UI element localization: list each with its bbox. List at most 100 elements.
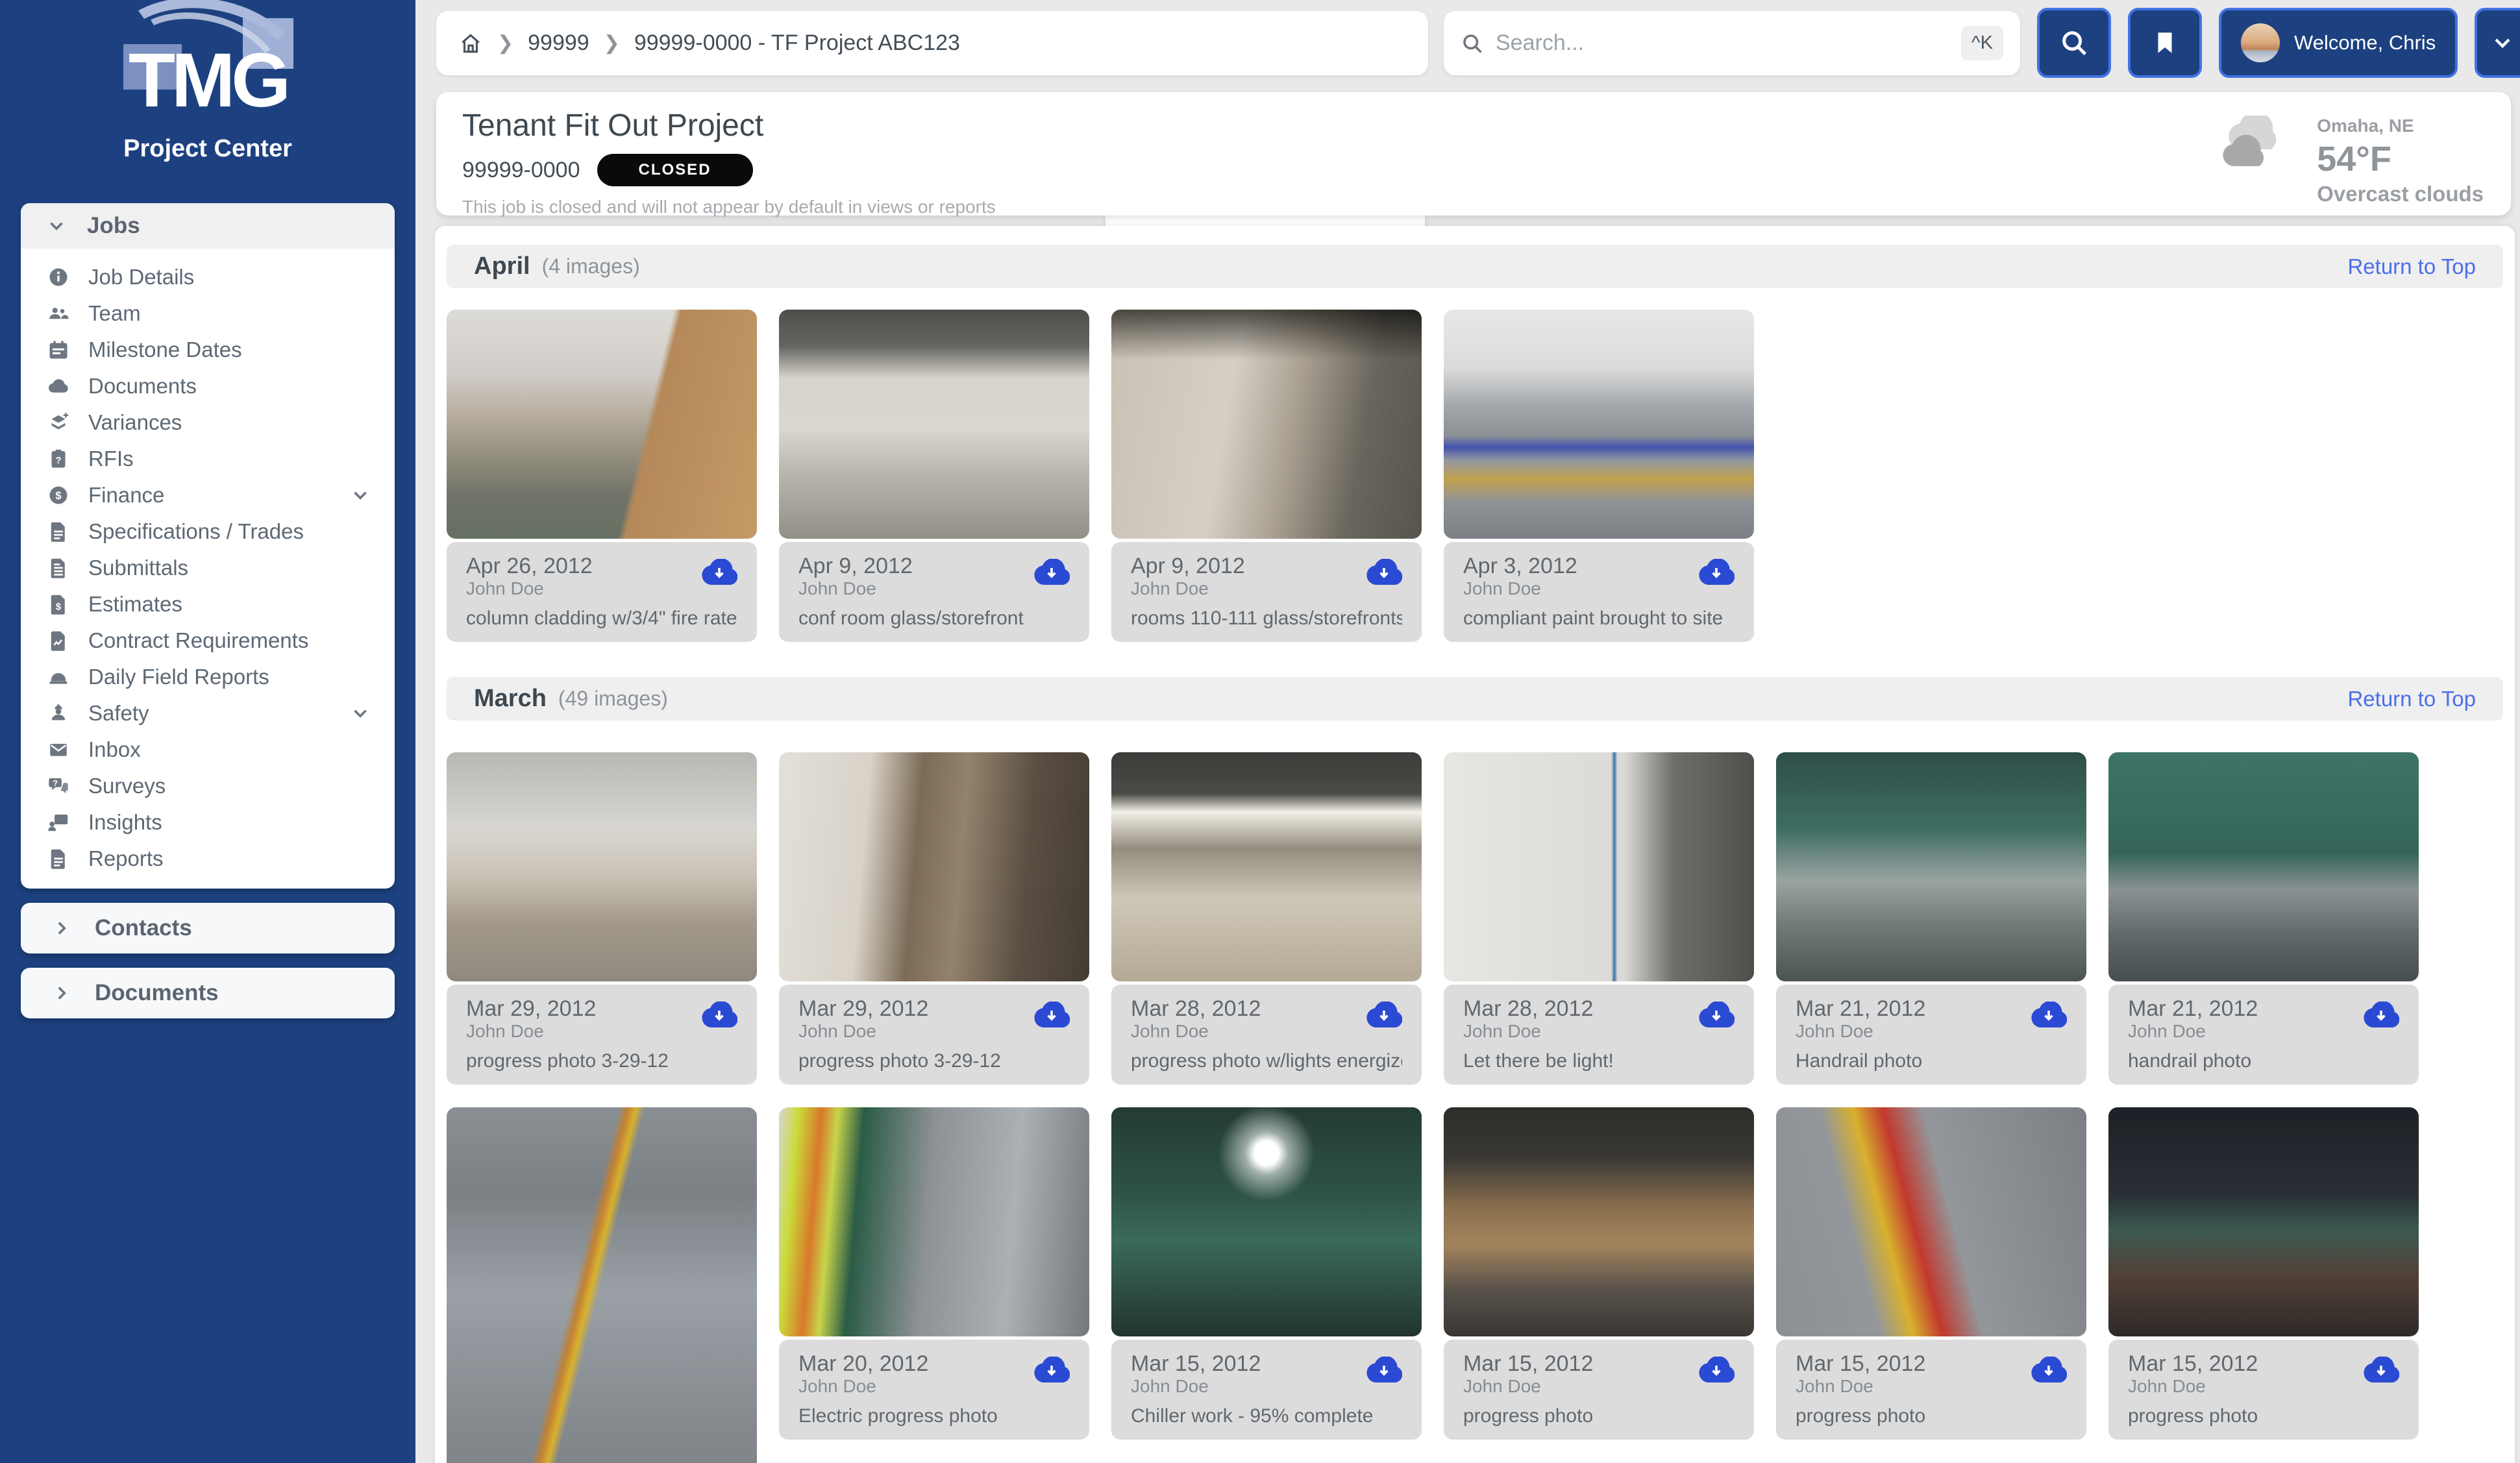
photo-card[interactable]: Mar 15, 2012 John Doe progress photo xyxy=(1444,1107,1754,1440)
photo-thumbnail[interactable] xyxy=(1444,310,1754,539)
month-header-april: April (4 images) Return to Top xyxy=(447,245,2503,288)
sidebar-item-label: RFIs xyxy=(88,447,371,471)
photo-thumbnail[interactable] xyxy=(447,752,757,981)
topbar: ❯ 99999 ❯ 99999-0000 - TF Project ABC123… xyxy=(436,11,2520,78)
breadcrumb-job-number[interactable]: 99999 xyxy=(528,31,589,56)
photo-card[interactable]: Mar 15, 2012 John Doe progress photo xyxy=(2108,1107,2419,1440)
photo-thumbnail[interactable] xyxy=(447,1107,757,1463)
photo-thumbnail[interactable] xyxy=(2108,1107,2419,1336)
photo-author: John Doe xyxy=(798,1021,928,1042)
photo-thumbnail[interactable] xyxy=(1111,310,1422,539)
photo-thumbnail[interactable] xyxy=(2108,752,2419,981)
photo-author: John Doe xyxy=(466,578,593,599)
photo-thumbnail[interactable] xyxy=(1111,752,1422,981)
photo-card[interactable]: Mar 21, 2012 John Doe handrail photo xyxy=(2108,752,2419,1085)
sidebar-item-daily-field-reports[interactable]: Daily Field Reports xyxy=(21,659,395,695)
photo-card-footer: Mar 28, 2012 John Doe progress photo w/l… xyxy=(1111,985,1422,1085)
sidebar-item-submittals[interactable]: Submittals xyxy=(21,550,395,586)
contacts-nav-panel[interactable]: Contacts xyxy=(21,903,395,953)
sidebar-item-job-details[interactable]: Job Details xyxy=(21,259,395,295)
photo-caption: progress photo xyxy=(1463,1406,1735,1427)
photo-card[interactable]: Mar 28, 2012 John Doe Let there be light… xyxy=(1444,752,1754,1085)
sidebar-item-variances[interactable]: Variances xyxy=(21,404,395,441)
photo-date: Mar 21, 2012 xyxy=(1796,996,1925,1021)
breadcrumb-project[interactable]: 99999-0000 - TF Project ABC123 xyxy=(634,31,960,56)
photo-card[interactable]: Mar 20, 2012 John Doe Electric progress … xyxy=(779,1107,1089,1440)
sidebar-item-insights[interactable]: Insights xyxy=(21,804,395,841)
document-copy-icon xyxy=(47,556,70,580)
download-icon[interactable] xyxy=(1698,1002,1735,1029)
sidebar-item-specifications-trades[interactable]: Specifications / Trades xyxy=(21,513,395,550)
photo-card[interactable]: Apr 9, 2012 John Doe conf room glass/sto… xyxy=(779,310,1089,642)
photo-date: Mar 28, 2012 xyxy=(1463,996,1593,1021)
download-icon[interactable] xyxy=(1366,1002,1402,1029)
photo-card[interactable]: Mar 15, 2012 John Doe Chiller work - 95%… xyxy=(1111,1107,1422,1440)
download-icon[interactable] xyxy=(701,1002,737,1029)
sidebar-item-rfis[interactable]: ? RFIs xyxy=(21,441,395,477)
photo-thumbnail[interactable] xyxy=(1444,752,1754,981)
home-icon[interactable] xyxy=(458,31,483,56)
download-icon[interactable] xyxy=(1033,1002,1070,1029)
photo-card[interactable] xyxy=(447,1107,757,1463)
sidebar-item-label: Documents xyxy=(88,374,371,399)
sidebar-item-documents[interactable]: Documents xyxy=(21,368,395,404)
sidebar-item-milestone-dates[interactable]: Milestone Dates xyxy=(21,332,395,368)
return-to-top-link[interactable]: Return to Top xyxy=(2347,687,2476,711)
download-icon[interactable] xyxy=(1698,1357,1735,1384)
photo-card[interactable]: Mar 15, 2012 John Doe progress photo xyxy=(1776,1107,2086,1440)
sidebar-item-label: Finance xyxy=(88,483,331,508)
sidebar-item-estimates[interactable]: $ Estimates xyxy=(21,586,395,622)
photo-thumbnail[interactable] xyxy=(779,1107,1089,1336)
photo-card[interactable]: Apr 9, 2012 John Doe rooms 110-111 glass… xyxy=(1111,310,1422,642)
month-name: March xyxy=(474,685,547,713)
sidebar-item-contract-requirements[interactable]: Contract Requirements xyxy=(21,622,395,659)
photo-thumbnail[interactable] xyxy=(1776,1107,2086,1336)
jobs-section-header[interactable]: Jobs xyxy=(21,203,395,249)
photo-thumbnail[interactable] xyxy=(1444,1107,1754,1336)
photo-card[interactable]: Apr 26, 2012 John Doe column cladding w/… xyxy=(447,310,757,642)
download-icon[interactable] xyxy=(1033,1357,1070,1384)
april-photo-grid: Apr 26, 2012 John Doe column cladding w/… xyxy=(447,310,2503,642)
sidebar-item-surveys[interactable]: ? Surveys xyxy=(21,768,395,804)
user-menu-button[interactable]: Welcome, Chris xyxy=(2219,8,2458,78)
search-button[interactable] xyxy=(2037,8,2111,78)
photo-card[interactable]: Apr 3, 2012 John Doe compliant paint bro… xyxy=(1444,310,1754,642)
photo-thumbnail[interactable] xyxy=(447,310,757,539)
download-icon[interactable] xyxy=(2031,1002,2067,1029)
download-icon[interactable] xyxy=(2031,1357,2067,1384)
svg-text:?: ? xyxy=(53,778,58,788)
documents-nav-panel[interactable]: Documents xyxy=(21,968,395,1018)
photo-caption: Let there be light! xyxy=(1463,1051,1735,1072)
photo-card-footer: Mar 29, 2012 John Doe progress photo 3-2… xyxy=(779,985,1089,1085)
download-icon[interactable] xyxy=(1033,559,1070,586)
download-icon[interactable] xyxy=(1366,1357,1402,1384)
download-icon[interactable] xyxy=(701,559,737,586)
sidebar-item-safety[interactable]: Safety xyxy=(21,695,395,731)
download-icon[interactable] xyxy=(2363,1002,2399,1029)
avatar xyxy=(2241,23,2280,62)
sidebar-item-inbox[interactable]: Inbox xyxy=(21,731,395,768)
jobs-section-label: Jobs xyxy=(87,213,140,239)
download-icon[interactable] xyxy=(2363,1357,2399,1384)
photo-card[interactable]: Mar 21, 2012 John Doe Handrail photo xyxy=(1776,752,2086,1085)
photo-thumbnail[interactable] xyxy=(779,752,1089,981)
sidebar-item-finance[interactable]: $ Finance xyxy=(21,477,395,513)
photo-card[interactable]: Mar 28, 2012 John Doe progress photo w/l… xyxy=(1111,752,1422,1085)
download-icon[interactable] xyxy=(1366,559,1402,586)
safety-person-icon xyxy=(47,702,70,725)
photo-thumbnail[interactable] xyxy=(1111,1107,1422,1336)
photo-caption: compliant paint brought to site xyxy=(1463,608,1735,629)
photo-thumbnail[interactable] xyxy=(1776,752,2086,981)
user-menu-dropdown-button[interactable] xyxy=(2475,8,2520,78)
sidebar-item-reports[interactable]: Reports xyxy=(21,841,395,877)
search-input[interactable] xyxy=(1496,31,1949,56)
calendar-icon xyxy=(47,338,70,362)
photo-date: Apr 9, 2012 xyxy=(1131,554,1245,578)
return-to-top-link[interactable]: Return to Top xyxy=(2347,254,2476,279)
download-icon[interactable] xyxy=(1698,559,1735,586)
sidebar-item-team[interactable]: Team xyxy=(21,295,395,332)
photo-card[interactable]: Mar 29, 2012 John Doe progress photo 3-2… xyxy=(779,752,1089,1085)
bookmarks-button[interactable] xyxy=(2128,8,2202,78)
photo-thumbnail[interactable] xyxy=(779,310,1089,539)
photo-card[interactable]: Mar 29, 2012 John Doe progress photo 3-2… xyxy=(447,752,757,1085)
